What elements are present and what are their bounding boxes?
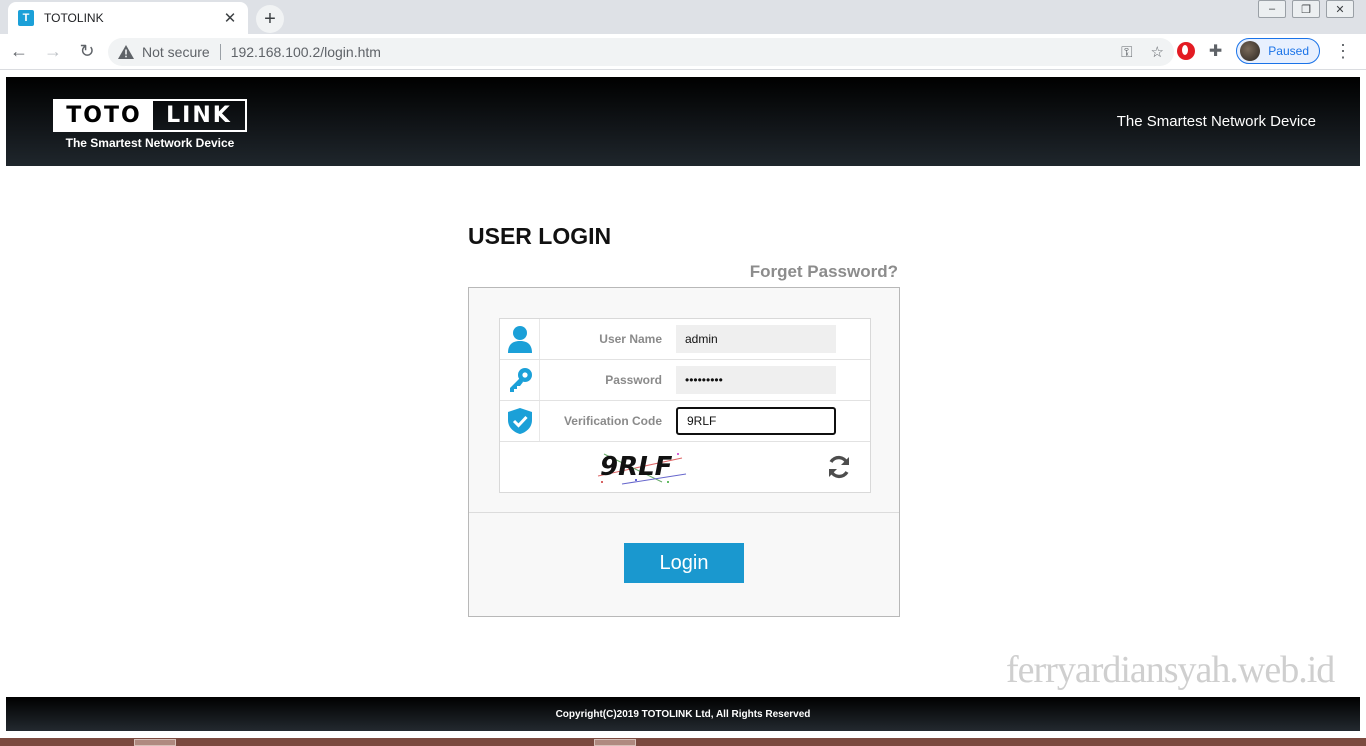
reload-icon[interactable]: ↻ — [72, 37, 102, 67]
key-icon — [500, 360, 540, 400]
username-row: User Name — [500, 319, 870, 360]
verification-label: Verification Code — [563, 414, 662, 428]
login-panel: User Name Password — [468, 287, 900, 617]
warning-icon[interactable] — [118, 45, 134, 59]
page-title: USER LOGIN — [468, 223, 612, 249]
star-icon[interactable]: ☆ — [1151, 43, 1164, 61]
username-input[interactable] — [676, 325, 836, 353]
url-text[interactable]: 192.168.100.2/login.htm — [231, 44, 1103, 60]
close-icon[interactable]: ✕ — [222, 9, 238, 27]
shield-check-icon — [500, 401, 540, 441]
forward-icon[interactable]: → — [38, 37, 68, 67]
totolink-favicon-icon: T — [18, 10, 34, 26]
restore-icon[interactable]: ❐ — [1292, 0, 1320, 18]
minimize-icon[interactable]: – — [1258, 0, 1286, 18]
verification-code-input[interactable] — [676, 407, 836, 435]
logo-text-toto: TOTO — [55, 101, 153, 130]
opera-extension-icon[interactable] — [1176, 42, 1195, 60]
window-controls: – ❐ ✕ — [1258, 0, 1354, 20]
puzzle-icon[interactable]: ✚ — [1209, 41, 1222, 61]
panel-divider — [469, 512, 899, 513]
password-input[interactable] — [676, 366, 836, 394]
captcha-row: 9RLF — [500, 442, 870, 492]
profile-button[interactable]: Paused — [1236, 38, 1320, 64]
user-icon — [500, 319, 540, 359]
router-login-page: TOTO LINK The Smartest Network Device Th… — [6, 77, 1360, 732]
verification-row: Verification Code — [500, 401, 870, 442]
avatar — [1240, 41, 1261, 61]
logo-box: TOTO LINK — [53, 99, 247, 132]
window-close-icon[interactable]: ✕ — [1326, 0, 1354, 18]
page-header: TOTO LINK The Smartest Network Device Th… — [6, 77, 1360, 166]
os-taskbar — [0, 738, 1366, 746]
key-icon[interactable]: ⚿ — [1121, 44, 1132, 61]
taskbar-item[interactable] — [594, 739, 636, 746]
omnibox-separator — [219, 44, 221, 60]
logo-tagline: The Smartest Network Device — [65, 136, 235, 150]
captcha-image[interactable]: 9RLF — [592, 446, 688, 488]
page-footer: Copyright(C)2019 TOTOLINK Ltd, All Right… — [6, 697, 1360, 731]
address-bar[interactable]: Not secure 192.168.100.2/login.htm ⚿ ☆ — [108, 38, 1174, 66]
kebab-menu-icon[interactable]: ⋮ — [1334, 41, 1352, 62]
totolink-logo: TOTO LINK The Smartest Network Device — [53, 99, 247, 150]
back-icon[interactable]: ← — [4, 37, 34, 67]
browser-toolbar: ← → ↻ Not secure 192.168.100.2/login.htm… — [0, 34, 1366, 70]
login-form: User Name Password — [499, 318, 871, 493]
login-button[interactable]: Login — [624, 543, 744, 583]
copyright-text: Copyright(C)2019 TOTOLINK Ltd, All Right… — [555, 708, 811, 720]
extension-area: ✚ Paused ⋮ — [1176, 38, 1352, 64]
forget-password-link[interactable]: Forget Password? — [706, 262, 898, 282]
watermark: ferryardiansyah.web.id — [1006, 649, 1335, 691]
refresh-icon[interactable] — [826, 454, 852, 480]
header-tagline: The Smartest Network Device — [1116, 113, 1316, 130]
password-row: Password — [500, 360, 870, 401]
profile-status: Paused — [1268, 44, 1309, 58]
new-tab-button[interactable]: + — [256, 5, 284, 33]
password-label: Password — [605, 373, 662, 387]
username-label: User Name — [599, 332, 662, 346]
browser-tab-bar: T TOTOLINK ✕ + – ❐ ✕ — [0, 0, 1366, 34]
captcha-text: 9RLF — [600, 452, 673, 482]
not-secure-label[interactable]: Not secure — [142, 44, 210, 60]
logo-text-link: LINK — [166, 103, 232, 128]
tab-title: TOTOLINK — [44, 11, 104, 25]
taskbar-item[interactable] — [134, 739, 176, 746]
browser-tab[interactable]: T TOTOLINK ✕ — [8, 2, 248, 34]
